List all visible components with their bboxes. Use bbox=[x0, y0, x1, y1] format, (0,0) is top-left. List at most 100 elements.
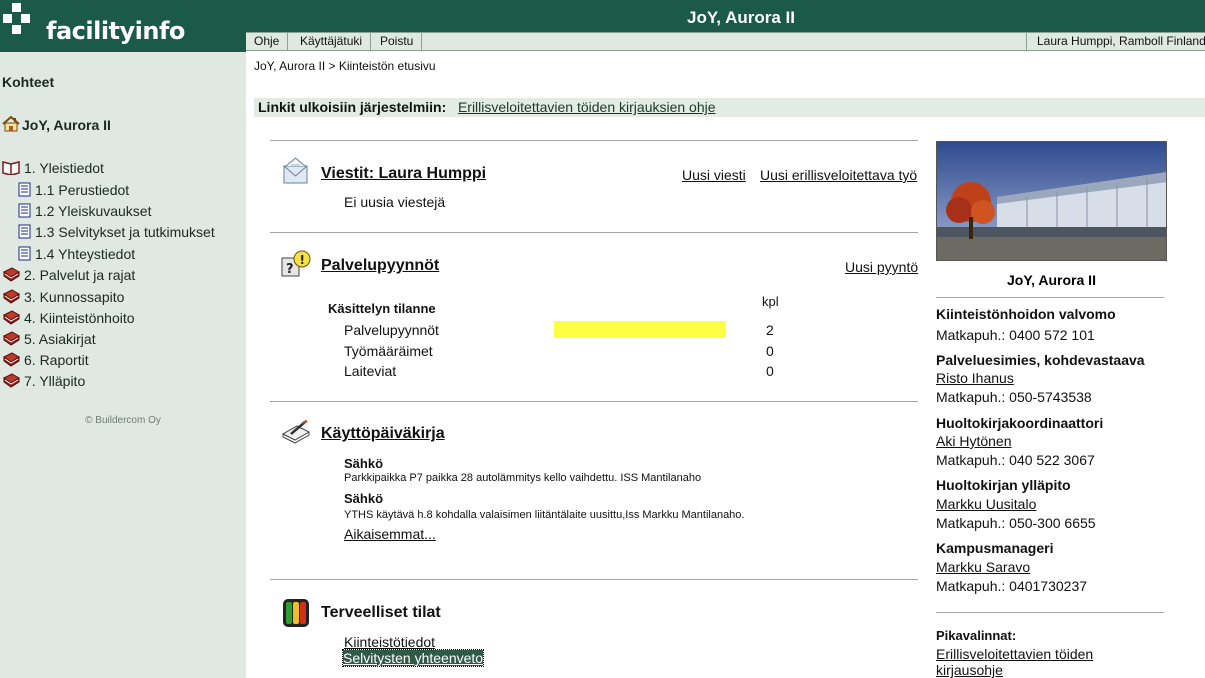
request-status-label: Työmääräimet bbox=[344, 343, 433, 359]
menu-help[interactable]: Ohje bbox=[246, 33, 289, 51]
request-count: 0 bbox=[766, 343, 774, 359]
menu-logout[interactable]: Poistu bbox=[372, 33, 423, 51]
contact-role: Kiinteistönhoidon valvomo bbox=[936, 306, 1116, 322]
sidebar-item[interactable]: 1.2 Yleiskuvaukset bbox=[18, 203, 151, 221]
sidebar-item[interactable]: 1.3 Selvitykset ja tutkimukset bbox=[18, 224, 215, 242]
open-book-icon bbox=[2, 160, 20, 178]
survey-summary-link[interactable]: Selvitysten yhteenveto bbox=[341, 649, 485, 667]
contact-name-link[interactable]: Risto Ihanus bbox=[936, 370, 1014, 386]
help-request-icon: ?! bbox=[281, 250, 311, 281]
closed-book-icon bbox=[2, 352, 20, 370]
building-photo bbox=[936, 141, 1167, 261]
sidebar: Kohteet JoY, Aurora II 1. Yleistiedot 1.1… bbox=[0, 52, 246, 678]
quicklink-extra-work-guide[interactable]: Erillisveloitettavien töiden bbox=[936, 646, 1093, 662]
property-info-link[interactable]: Kiinteistötiedot bbox=[344, 634, 435, 650]
svg-text:!: ! bbox=[300, 253, 305, 267]
external-links-bar: Linkit ulkoisiin järjestelmiin: Erillisv… bbox=[254, 98, 1205, 117]
breadcrumb: JoY, Aurora II > Kiinteistön etusivu bbox=[254, 59, 436, 73]
closed-book-icon bbox=[2, 289, 20, 307]
contact-phone: Matkapuh.: 0400 572 101 bbox=[936, 327, 1095, 343]
contact-phone: Matkapuh.: 040 522 3067 bbox=[936, 452, 1095, 468]
contact-phone: Matkapuh.: 0401730237 bbox=[936, 578, 1088, 594]
sidebar-item-label: 1.1 Perustiedot bbox=[35, 182, 130, 198]
sidebar-item-label: 1.3 Selvitykset ja tutkimukset bbox=[35, 224, 215, 240]
document-icon bbox=[18, 246, 31, 264]
diary-category: Sähkö bbox=[344, 456, 384, 471]
divider bbox=[270, 232, 918, 233]
envelope-icon bbox=[283, 157, 309, 188]
sidebar-item[interactable]: 1. Yleistiedot bbox=[2, 160, 104, 178]
closed-book-icon bbox=[2, 310, 20, 328]
logo-square bbox=[3, 14, 12, 23]
contact-name-link[interactable]: Markku Uusitalo bbox=[936, 496, 1036, 512]
menu-bar: Ohje Käyttäjätuki Poistu Laura Humppi, R… bbox=[246, 32, 1205, 51]
document-icon bbox=[18, 203, 31, 221]
sidebar-item[interactable]: 3. Kunnossapito bbox=[2, 289, 124, 307]
contact-name-link[interactable]: Aki Hytönen bbox=[936, 433, 1011, 449]
menu-support[interactable]: Käyttäjätuki bbox=[292, 33, 372, 51]
sidebar-item-label: 2. Palvelut ja rajat bbox=[24, 267, 136, 283]
request-count-bar bbox=[554, 321, 726, 338]
contact-phone: Matkapuh.: 050-300 6655 bbox=[936, 515, 1096, 531]
status-column-header: Käsittelyn tilanne bbox=[328, 301, 436, 316]
divider bbox=[270, 140, 918, 141]
sidebar-item[interactable]: 1.4 Yhteystiedot bbox=[18, 246, 135, 264]
sidebar-item-label: 7. Ylläpito bbox=[24, 373, 86, 389]
new-request-link[interactable]: Uusi pyyntö bbox=[845, 259, 918, 275]
house-icon bbox=[2, 115, 20, 135]
new-extra-work-link[interactable]: Uusi erillisveloitettava työ bbox=[760, 167, 917, 183]
logo-square bbox=[12, 3, 21, 12]
divider bbox=[270, 579, 918, 580]
new-message-link[interactable]: Uusi viesti bbox=[682, 167, 746, 183]
request-status-label: Laiteviat bbox=[344, 363, 397, 379]
sidebar-item[interactable]: 7. Ylläpito bbox=[2, 373, 85, 391]
document-icon bbox=[18, 182, 31, 200]
closed-book-icon bbox=[2, 373, 20, 391]
sidebar-item[interactable]: 5. Asiakirjat bbox=[2, 331, 96, 349]
closed-book-icon bbox=[2, 267, 20, 285]
diary-entry-text: Parkkipaikka P7 paikka 28 autolämmitys k… bbox=[344, 472, 702, 484]
divider bbox=[270, 401, 918, 402]
diary-entry-text: YTHS käytävä h.8 kohdalla valaisimen lii… bbox=[344, 509, 745, 521]
diary-category: Sähkö bbox=[344, 491, 384, 506]
contact-role: Huoltokirjakoordinaattori bbox=[936, 415, 1104, 431]
logo-square bbox=[21, 14, 30, 23]
sidebar-home-item[interactable]: JoY, Aurora II bbox=[2, 115, 111, 135]
request-count: 2 bbox=[766, 322, 774, 338]
sidebar-item[interactable]: 4. Kiinteistönhoito bbox=[2, 310, 135, 328]
sidebar-item-label: 6. Raportit bbox=[24, 352, 89, 368]
contact-name-link[interactable]: Markku Saravo bbox=[936, 559, 1030, 575]
contact-role: Huoltokirjan ylläpito bbox=[936, 477, 1071, 493]
sidebar-item[interactable]: 2. Palvelut ja rajat bbox=[2, 267, 135, 285]
no-messages-text: Ei uusia viestejä bbox=[344, 194, 446, 210]
svg-text:?: ? bbox=[286, 262, 294, 277]
sidebar-item[interactable]: 1.1 Perustiedot bbox=[18, 182, 129, 200]
traffic-light-icon bbox=[282, 598, 310, 631]
count-column-header: kpl bbox=[762, 294, 779, 309]
sidebar-heading: Kohteet bbox=[2, 74, 55, 90]
sidebar-item-label: 5. Asiakirjat bbox=[24, 331, 96, 347]
sidebar-item-label: 1.4 Yhteystiedot bbox=[35, 246, 136, 262]
sidebar-item-label: 1. Yleistiedot bbox=[24, 160, 104, 176]
sidebar-item-label: 4. Kiinteistönhoito bbox=[24, 310, 135, 326]
sidebar-item[interactable]: 6. Raportit bbox=[2, 352, 89, 370]
copyright: © Buildercom Oy bbox=[85, 415, 161, 426]
divider bbox=[936, 297, 1164, 298]
diary-more-link[interactable]: Aikaisemmat... bbox=[344, 526, 436, 542]
messages-title[interactable]: Viestit: Laura Humppi bbox=[321, 165, 486, 183]
external-links-label: Linkit ulkoisiin järjestelmiin: bbox=[258, 99, 447, 115]
facilityinfo-logo[interactable]: facilityinfo bbox=[0, 0, 246, 52]
service-requests-title[interactable]: Palvelupyynnöt bbox=[321, 257, 439, 275]
request-count: 0 bbox=[766, 363, 774, 379]
healthy-spaces-title: Terveelliset tilat bbox=[321, 604, 441, 621]
contact-phone: Matkapuh.: 050-5743538 bbox=[936, 389, 1092, 405]
logo-text: facilityinfo bbox=[46, 17, 185, 45]
sidebar-item-label: 3. Kunnossapito bbox=[24, 289, 125, 305]
diary-title[interactable]: Käyttöpäiväkirja bbox=[321, 425, 445, 443]
extra-work-guide-link[interactable]: Erillisveloitettavien töiden kirjauksien… bbox=[458, 99, 716, 115]
contact-role: Palveluesimies, kohdevastaava bbox=[936, 352, 1145, 368]
request-status-label: Palvelupyynnöt bbox=[344, 322, 439, 338]
building-name: JoY, Aurora II bbox=[1007, 272, 1096, 288]
sidebar-item-label: 1.2 Yleiskuvaukset bbox=[35, 203, 152, 219]
quicklink-extra-work-guide[interactable]: kirjausohje bbox=[936, 662, 1003, 678]
